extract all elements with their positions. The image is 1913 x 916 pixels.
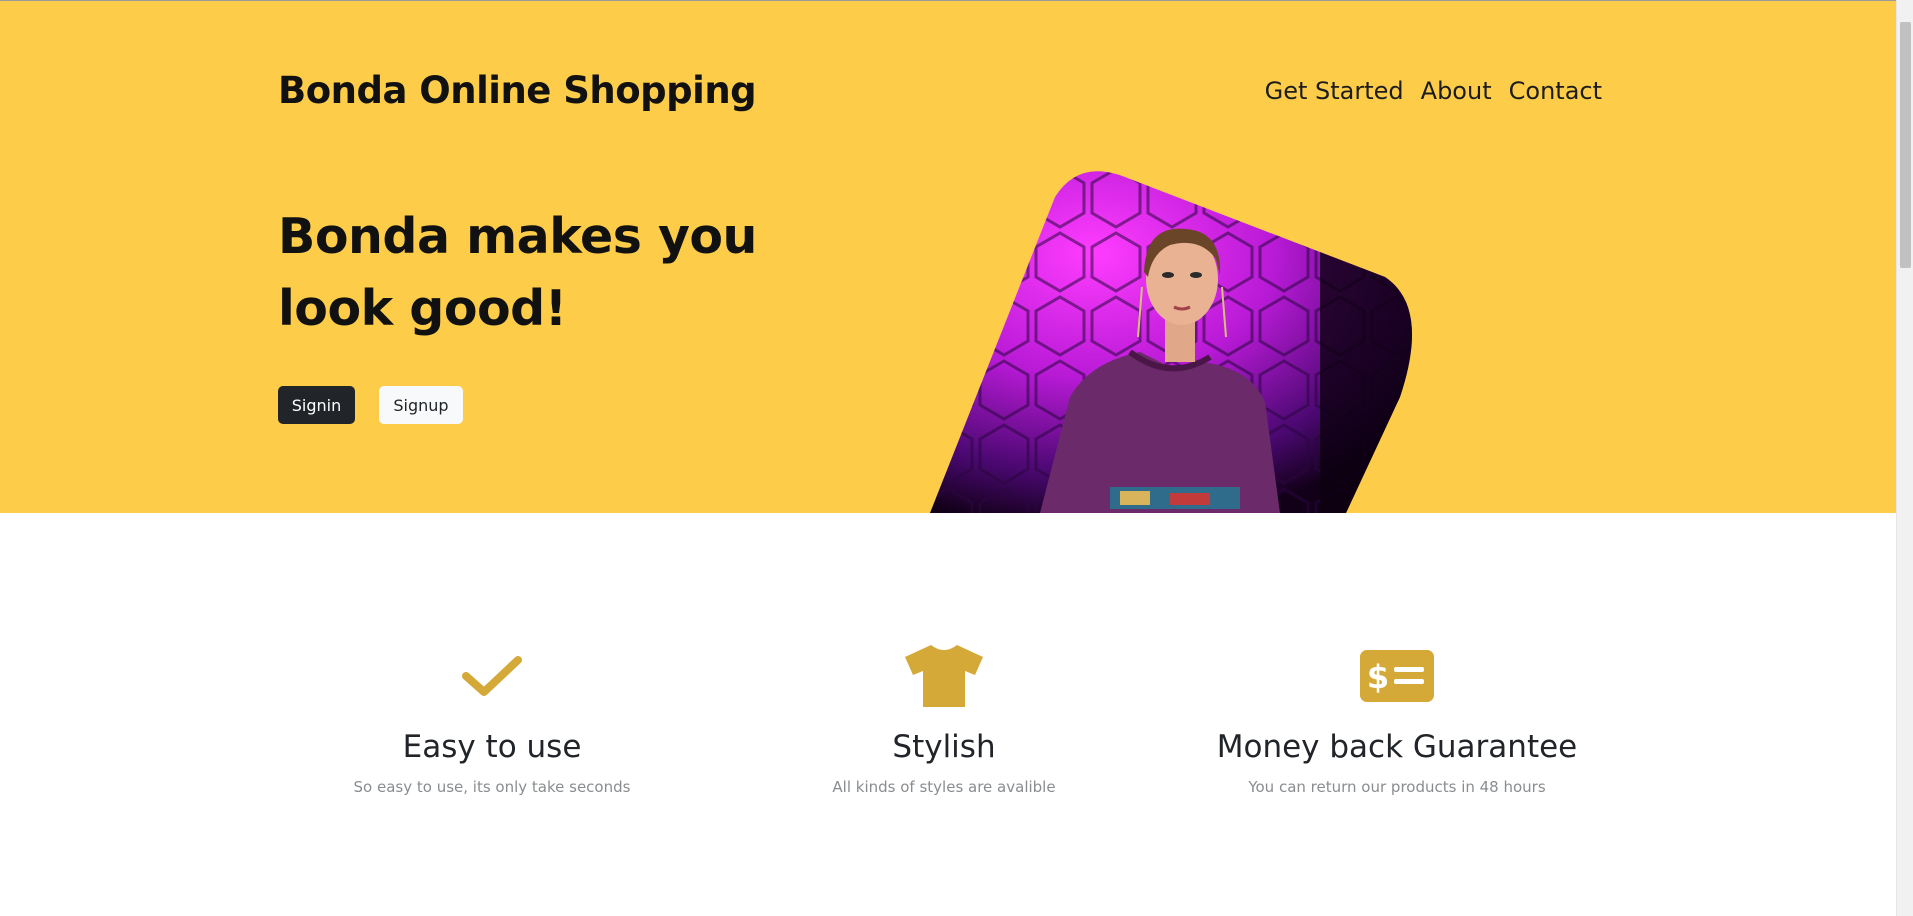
nav-about[interactable]: About: [1421, 77, 1492, 105]
svg-text:$: $: [1367, 658, 1389, 696]
main-nav: Get Started About Contact: [1265, 77, 1602, 105]
feature-title: Stylish: [892, 729, 996, 765]
features-section: Easy to use So easy to use, its only tak…: [0, 513, 1896, 916]
feature-stylish: Stylish All kinds of styles are avalible: [734, 643, 1154, 796]
money-check-icon: $: [1187, 643, 1607, 709]
feature-description: You can return our products in 48 hours: [1248, 778, 1546, 796]
hero-section: Bonda Online Shopping Get Started About …: [0, 1, 1896, 513]
feature-title: Easy to use: [402, 729, 582, 765]
tshirt-icon: [734, 643, 1154, 709]
feature-description: So easy to use, its only take seconds: [353, 778, 631, 796]
feature-description: All kinds of styles are avalible: [832, 778, 1056, 796]
brand-logo[interactable]: Bonda Online Shopping: [278, 69, 757, 112]
hero-model-image: [930, 171, 1412, 513]
feature-easy-to-use: Easy to use So easy to use, its only tak…: [282, 643, 702, 796]
nav-contact[interactable]: Contact: [1509, 77, 1602, 105]
vertical-scrollbar[interactable]: [1896, 0, 1913, 916]
hero-headline: Bonda makes you look good!: [278, 208, 757, 337]
signin-button[interactable]: Signin: [278, 386, 355, 424]
signup-button[interactable]: Signup: [379, 386, 463, 424]
nav-get-started[interactable]: Get Started: [1265, 77, 1404, 105]
scrollbar-thumb[interactable]: [1900, 22, 1911, 268]
check-icon: [282, 643, 702, 709]
feature-money-back: $ Money back Guarantee You can return ou…: [1187, 643, 1607, 796]
feature-title: Money back Guarantee: [1216, 729, 1578, 765]
